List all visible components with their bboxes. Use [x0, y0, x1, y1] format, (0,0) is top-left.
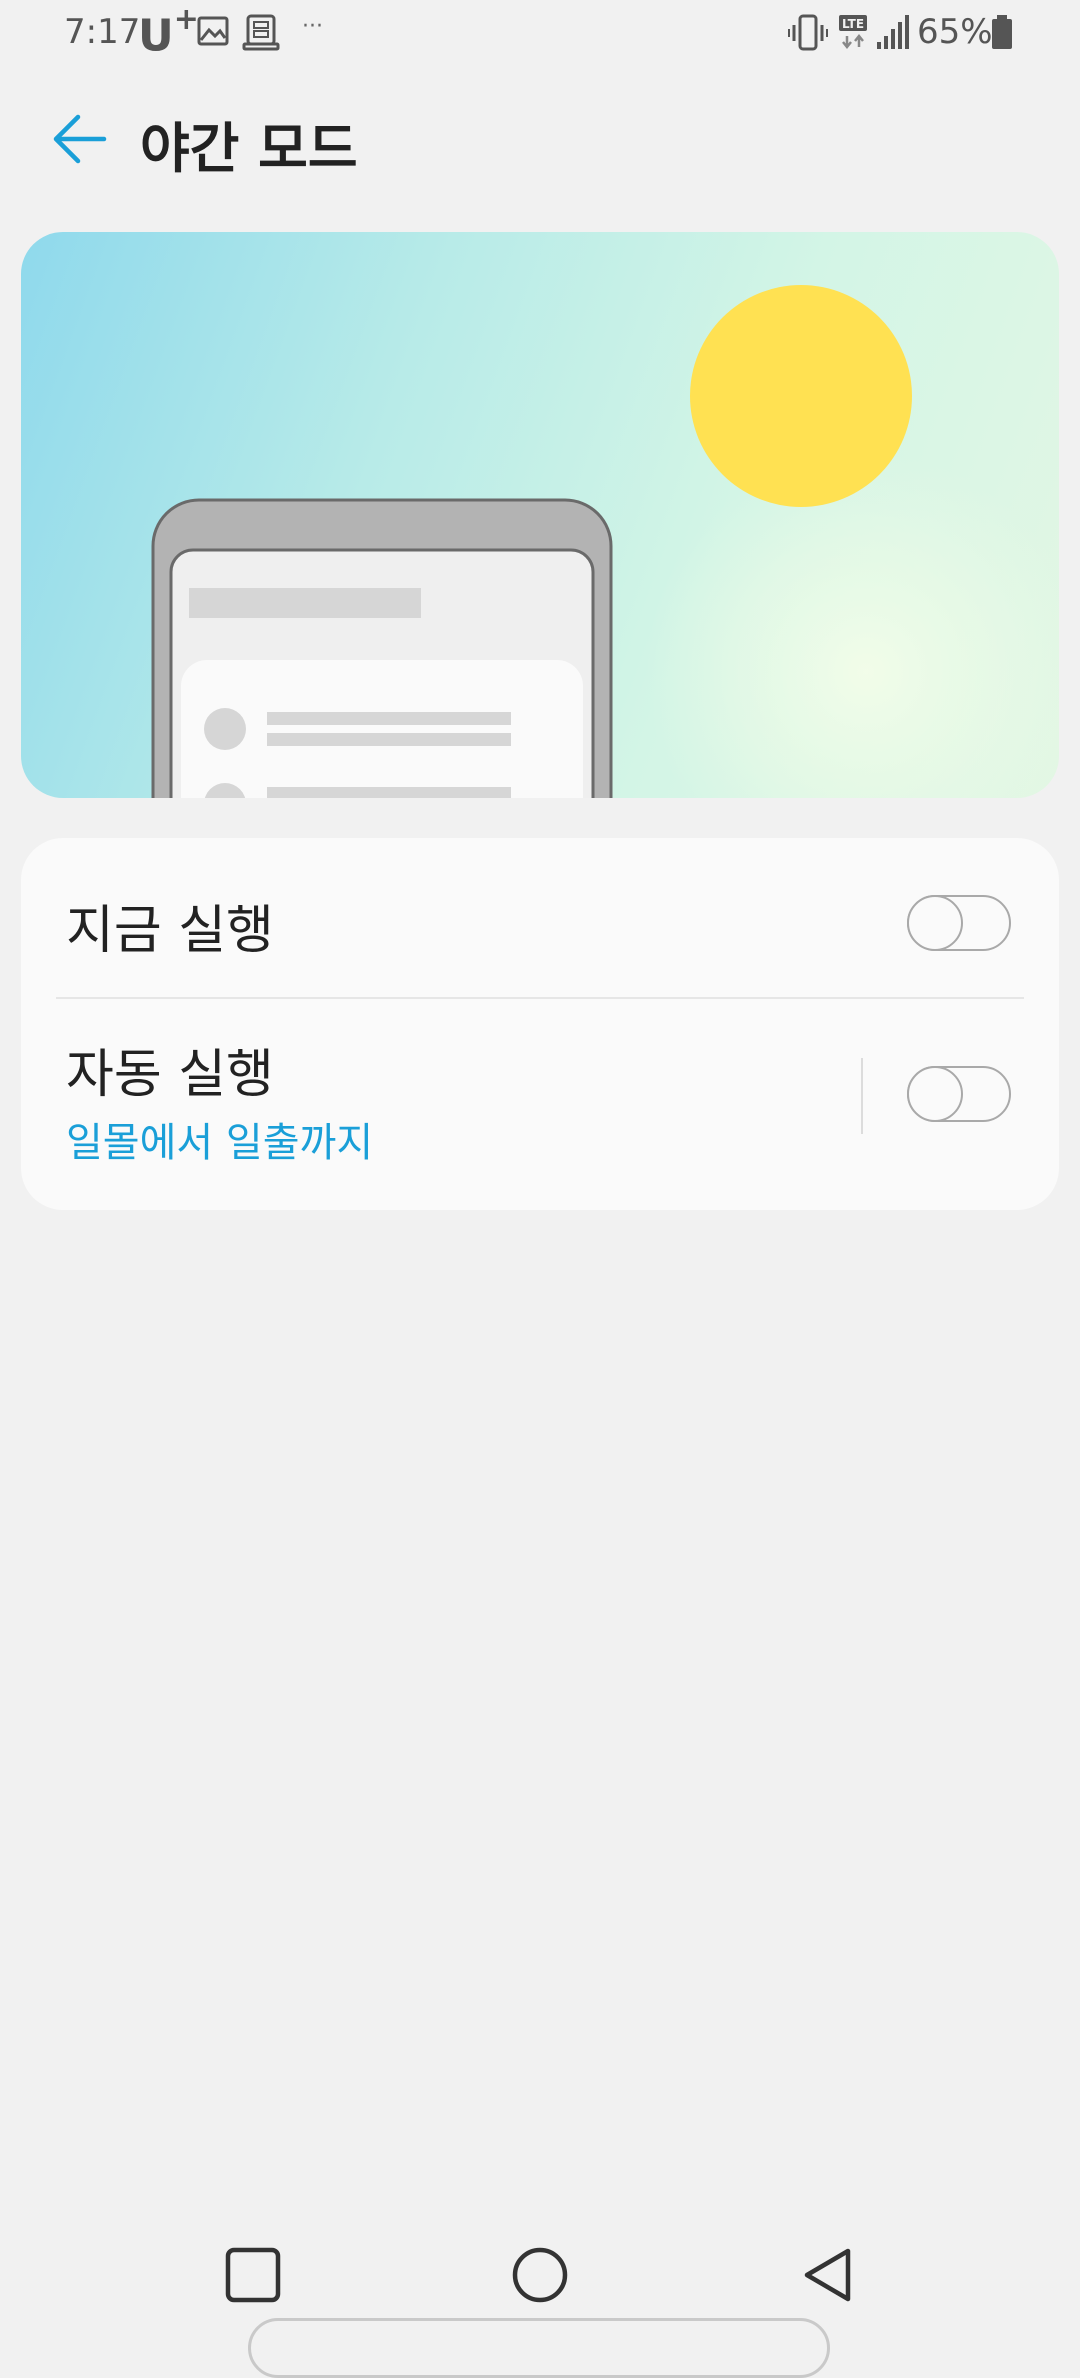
battery-icon — [990, 14, 1014, 54]
gesture-handle[interactable] — [248, 2318, 830, 2378]
circle-icon — [512, 2247, 568, 2303]
setting-title: 자동 실행 — [66, 1045, 274, 1105]
recents-button[interactable] — [218, 2240, 288, 2310]
more-notifications-icon: ··· — [302, 14, 323, 39]
setting-row-run-now[interactable]: 지금 실행 — [21, 838, 1059, 998]
sun-shape — [690, 285, 912, 507]
status-time: 7:17 — [64, 12, 141, 52]
page-title: 야간 모드 — [140, 117, 358, 180]
square-icon — [225, 2247, 281, 2303]
nav-back-button[interactable] — [793, 2240, 863, 2310]
image-icon — [196, 14, 230, 52]
lte-data-icon: LTE — [838, 14, 868, 54]
phone-mockup — [151, 498, 613, 798]
toggle-knob — [907, 1066, 963, 1122]
arrow-left-icon — [53, 114, 107, 164]
status-bar: 7:17 U+ ··· LTE 65% — [0, 0, 1080, 66]
signal-icon — [876, 14, 910, 54]
night-mode-illustration — [21, 232, 1059, 798]
setting-row-auto-run[interactable]: 자동 실행 일몰에서 일출까지 — [21, 998, 1059, 1210]
back-button[interactable] — [44, 104, 114, 174]
triangle-back-icon — [804, 2248, 851, 2302]
run-now-toggle[interactable] — [907, 895, 1011, 951]
settings-card: 지금 실행 자동 실행 일몰에서 일출까지 — [21, 838, 1059, 1210]
setting-subtitle: 일몰에서 일출까지 — [66, 1120, 374, 1166]
battery-percentage: 65% — [917, 12, 993, 52]
carrier-logo: U+ — [138, 2, 199, 62]
printer-icon — [242, 14, 280, 56]
home-button[interactable] — [505, 2240, 575, 2310]
setting-title: 지금 실행 — [66, 901, 274, 961]
vertical-divider — [861, 1058, 863, 1134]
svg-text:LTE: LTE — [842, 17, 864, 31]
auto-run-toggle[interactable] — [907, 1066, 1011, 1122]
toggle-knob — [907, 895, 963, 951]
vibrate-icon — [788, 14, 828, 56]
